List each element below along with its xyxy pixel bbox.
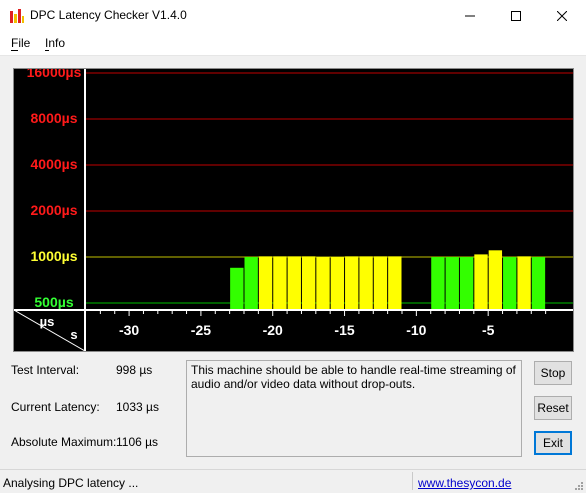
- bar: [531, 257, 546, 310]
- x-tick-label: -30: [119, 322, 139, 338]
- status-divider: [412, 472, 413, 490]
- x-tick-label: -20: [263, 322, 283, 338]
- bar: [445, 257, 459, 310]
- current-latency-value: 1033 µs: [116, 400, 159, 414]
- maximize-icon: [511, 10, 521, 21]
- latency-chart-svg: 16000µs 8000µs 4000µs 2000µs 1000µs 500µs µss -…: [14, 69, 573, 351]
- close-button[interactable]: [539, 0, 585, 31]
- bar: [273, 256, 287, 310]
- reset-button[interactable]: Reset: [534, 396, 572, 420]
- latency-chart: 16000µs 8000µs 4000µs 2000µs 1000µs 500µs µs s -…: [13, 68, 574, 352]
- app-icon: [10, 9, 24, 23]
- bar: [301, 256, 316, 310]
- bar: [345, 256, 359, 310]
- maximize-button[interactable]: [493, 0, 539, 31]
- exit-button[interactable]: Exit: [534, 431, 572, 455]
- menu-file-mnemonic: [11, 50, 18, 51]
- bar: [316, 257, 330, 310]
- absolute-maximum-label: Absolute Maximum:: [11, 435, 117, 449]
- x-tick-label: -5: [482, 322, 495, 338]
- test-interval-value: 998 µs: [116, 363, 153, 377]
- status-message: This machine should be able to handle re…: [186, 360, 522, 457]
- bar: [258, 256, 273, 310]
- menu-bar: [0, 31, 586, 56]
- bar: [230, 267, 244, 310]
- bar: [488, 250, 503, 310]
- status-separator: [0, 469, 586, 470]
- stop-button[interactable]: Stop: [534, 361, 572, 385]
- x-tick-label: -10: [406, 322, 426, 338]
- y-tick-label: 2000µs: [31, 202, 78, 218]
- website-link[interactable]: www.thesycon.de: [418, 476, 511, 490]
- absolute-maximum-value: 1106 µs: [116, 435, 159, 449]
- y-tick-label: 16000µs: [27, 69, 82, 80]
- x-unit-label: s: [70, 327, 77, 342]
- bar: [359, 256, 373, 310]
- bar: [287, 256, 301, 310]
- test-interval-label: Test Interval:: [11, 363, 80, 377]
- current-latency-label: Current Latency:: [11, 400, 100, 414]
- bar: [244, 257, 258, 310]
- bar: [474, 254, 488, 310]
- y-tick-label: 1000µs: [31, 248, 78, 264]
- x-tick-label: -15: [334, 322, 354, 338]
- y-unit-label: µs: [40, 314, 55, 329]
- close-icon: [557, 10, 567, 21]
- menu-info-mnemonic: [45, 50, 49, 51]
- menu-file[interactable]: File: [11, 36, 30, 50]
- bar: [503, 257, 517, 310]
- menu-info[interactable]: Info: [45, 36, 65, 50]
- resize-grip-icon[interactable]: [572, 479, 584, 491]
- minimize-button[interactable]: [447, 0, 493, 31]
- y-tick-label: 8000µs: [31, 110, 78, 126]
- y-tick-label: 4000µs: [31, 156, 78, 172]
- bar: [517, 256, 531, 310]
- bar: [373, 256, 388, 310]
- window-title: DPC Latency Checker V1.4.0: [30, 8, 187, 22]
- bar: [459, 257, 474, 310]
- status-text: Analysing DPC latency ...: [3, 476, 139, 490]
- y-tick-label: 500µs: [34, 294, 73, 310]
- bar: [388, 256, 402, 310]
- minimize-icon: [465, 15, 475, 16]
- bar: [431, 257, 445, 310]
- bar: [330, 257, 345, 310]
- x-tick-label: -25: [191, 322, 211, 338]
